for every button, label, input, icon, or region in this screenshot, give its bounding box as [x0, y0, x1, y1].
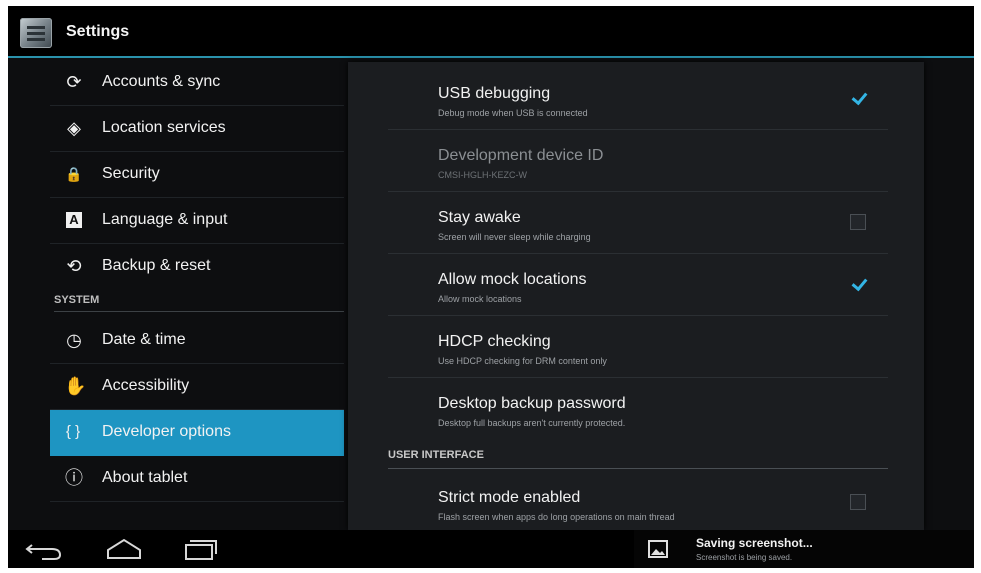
notification-title: Saving screenshot... — [696, 536, 813, 550]
usb-debugging-checkbox[interactable] — [850, 90, 866, 106]
sync-icon: ⟳ — [66, 72, 82, 92]
pref-usb-debugging[interactable]: USB debugging Debug mode when USB is con… — [388, 68, 888, 130]
pref-title: Development device ID — [438, 147, 604, 164]
header-item-label: About tablet — [102, 469, 188, 486]
header-item-label: Accessibility — [102, 377, 190, 394]
hand-icon: ✋ — [64, 376, 87, 396]
pref-strict-mode[interactable]: Strict mode enabled Flash screen when ap… — [388, 472, 888, 530]
pref-stay-awake[interactable]: Stay awake Screen will never sleep while… — [388, 192, 888, 254]
pref-title: Strict mode enabled — [438, 489, 581, 506]
pref-title: HDCP checking — [438, 333, 551, 350]
header-item-developer-options[interactable]: { } Developer options — [50, 410, 344, 456]
action-bar: Settings — [8, 6, 974, 58]
recent-apps-icon — [185, 540, 217, 560]
pref-title: Desktop backup password — [438, 395, 626, 412]
strict-mode-checkbox[interactable] — [850, 494, 866, 510]
location-icon: ◈ — [67, 118, 81, 138]
header-item-label: Security — [102, 165, 160, 182]
lock-icon: 🔒 — [65, 166, 83, 182]
settings-headers-list: ⟳ Accounts & sync ◈ Location services 🔒 … — [44, 60, 344, 530]
header-item-label: Language & input — [102, 211, 228, 228]
recent-apps-button[interactable] — [176, 534, 224, 564]
section-label-system: SYSTEM — [54, 292, 344, 312]
info-icon: ⓘ — [65, 468, 83, 488]
header-item-label: Developer options — [102, 423, 231, 440]
pref-summary: Allow mock locations — [438, 294, 522, 304]
clock-icon: ◷ — [66, 330, 82, 350]
header-item-language-input[interactable]: A Language & input — [50, 198, 344, 244]
pref-summary: Desktop full backups aren't currently pr… — [438, 418, 626, 428]
braces-icon: { } — [65, 423, 81, 440]
tablet-screen: Settings ⟳ Accounts & sync ◈ Location se… — [8, 6, 974, 568]
image-icon — [648, 540, 668, 558]
header-item-accessibility[interactable]: ✋ Accessibility — [50, 364, 344, 410]
header-item-about-tablet[interactable]: ⓘ About tablet — [50, 456, 344, 502]
pref-title: USB debugging — [438, 85, 551, 102]
header-item-label: Date & time — [102, 331, 186, 348]
mock-locations-checkbox[interactable] — [850, 276, 866, 292]
action-bar-title: Settings — [66, 23, 130, 40]
back-icon — [25, 544, 62, 560]
back-button[interactable] — [22, 534, 70, 564]
notification-text: Screenshot is being saved. — [696, 553, 793, 562]
keyboard-letter-icon: A — [66, 212, 82, 228]
stay-awake-checkbox[interactable] — [850, 214, 866, 230]
pref-title: Stay awake — [438, 209, 521, 226]
settings-app-icon[interactable] — [20, 18, 52, 48]
header-item-security[interactable]: 🔒 Security — [50, 152, 344, 198]
home-button[interactable] — [100, 534, 148, 564]
header-item-accounts-sync[interactable]: ⟳ Accounts & sync — [50, 60, 344, 106]
pref-development-device-id: Development device ID CMSI-HGLH-KEZC-W — [388, 130, 888, 192]
header-item-label: Accounts & sync — [102, 73, 221, 90]
category-user-interface: USER INTERFACE — [388, 447, 888, 469]
pref-summary: Flash screen when apps do long operation… — [438, 512, 675, 522]
pref-summary: CMSI-HGLH-KEZC-W — [438, 170, 527, 180]
screenshot-notification[interactable]: Saving screenshot... Screenshot is being… — [634, 530, 974, 568]
pref-summary: Use HDCP checking for DRM content only — [438, 356, 607, 366]
pref-allow-mock-locations[interactable]: Allow mock locations Allow mock location… — [388, 254, 888, 316]
header-item-label: Backup & reset — [102, 257, 211, 274]
header-item-location-services[interactable]: ◈ Location services — [50, 106, 344, 152]
home-icon — [107, 538, 141, 559]
restore-icon: ⟲ — [66, 256, 82, 276]
header-item-backup-reset[interactable]: ⟲ Backup & reset — [50, 244, 344, 290]
pref-title: Allow mock locations — [438, 271, 587, 288]
header-item-label: Location services — [102, 119, 226, 136]
developer-options-panel: USB debugging Debug mode when USB is con… — [348, 62, 924, 530]
pref-summary: Debug mode when USB is connected — [438, 108, 588, 118]
header-item-date-time[interactable]: ◷ Date & time — [50, 318, 344, 364]
pref-summary: Screen will never sleep while charging — [438, 232, 591, 242]
pref-hdcp-checking[interactable]: HDCP checking Use HDCP checking for DRM … — [388, 316, 888, 378]
pref-desktop-backup-password[interactable]: Desktop backup password Desktop full bac… — [388, 378, 888, 440]
navigation-bar: Saving screenshot... Screenshot is being… — [8, 530, 974, 568]
